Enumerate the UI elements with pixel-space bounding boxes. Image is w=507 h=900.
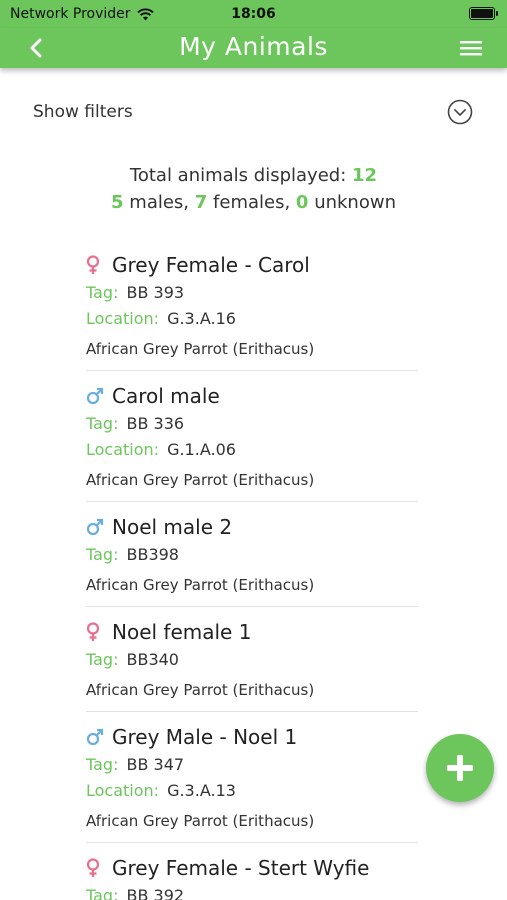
animal-name-row: Grey Male - Noel 1 (86, 722, 418, 752)
location-label: Location: (86, 781, 160, 800)
plus-icon (447, 755, 473, 781)
tag-row: Tag: BB 336 (86, 411, 418, 437)
tag-label: Tag: (86, 650, 119, 669)
tag-row: Tag: BB340 (86, 647, 418, 673)
chevron-left-icon (30, 38, 42, 58)
male-count-label: males, (129, 192, 190, 213)
tag-value: BB 347 (126, 755, 185, 774)
location-row: Location: G.3.A.13 (86, 778, 418, 804)
tag-label: Tag: (86, 755, 119, 774)
female-count-label: females, (213, 192, 291, 213)
male-symbol-icon (86, 387, 106, 405)
tag-value: BB 392 (126, 886, 185, 900)
animal-name: Carol male (112, 384, 220, 408)
total-count: 12 (352, 165, 378, 186)
female-symbol-icon (86, 255, 106, 275)
female-count: 7 (194, 192, 208, 213)
tag-value: BB398 (126, 545, 179, 564)
app-bar: My Animals (0, 28, 507, 68)
male-symbol-icon (86, 518, 106, 536)
species-label: African Grey Parrot (Erithacus) (86, 340, 315, 358)
species-label: African Grey Parrot (Erithacus) (86, 812, 315, 830)
animal-card[interactable]: Carol male Tag: BB 336 Location: G.1.A.06 Afr… (86, 381, 418, 502)
tag-row: Tag: BB 393 (86, 280, 418, 306)
tag-value: BB 393 (126, 283, 185, 302)
tag-label: Tag: (86, 545, 119, 564)
add-animal-button[interactable] (426, 734, 494, 802)
unknown-count-label: unknown (314, 192, 396, 213)
tag-row: Tag: BB 347 (86, 752, 418, 778)
back-button[interactable] (22, 34, 50, 62)
battery-icon (469, 7, 498, 20)
female-symbol-icon (86, 858, 106, 878)
tag-value: BB 336 (126, 414, 185, 433)
animal-card[interactable]: Grey Male - Noel 1 Tag: BB 347 Location: G.3… (86, 722, 418, 843)
animal-card[interactable]: Noel male 2 Tag: BB398 African Grey Parrot … (86, 512, 418, 607)
animal-card[interactable]: Grey Female - Stert Wyfie Tag: BB 392 (86, 853, 418, 900)
animal-list: Grey Female - Carol Tag: BB 393 Location: G.… (86, 250, 418, 900)
tag-label: Tag: (86, 886, 119, 900)
location-label: Location: (86, 440, 160, 459)
animal-name-row: Noel male 2 (86, 512, 418, 542)
animal-name: Grey Male - Noel 1 (112, 725, 298, 749)
status-time: 18:06 (231, 6, 276, 22)
animal-card[interactable]: Grey Female - Carol Tag: BB 393 Location: G.… (86, 250, 418, 371)
show-filters-toggle[interactable]: Show filters (0, 92, 507, 132)
total-line: Total animals displayed: 12 (0, 162, 507, 189)
animal-summary: Total animals displayed: 12 5 males, 7 f… (0, 162, 507, 216)
location-label: Location: (86, 309, 160, 328)
female-symbol-icon (86, 622, 106, 642)
species-label: African Grey Parrot (Erithacus) (86, 471, 315, 489)
animal-name-row: Carol male (86, 381, 418, 411)
animal-name: Grey Female - Carol (112, 253, 310, 277)
tag-label: Tag: (86, 414, 119, 433)
tag-value: BB340 (126, 650, 179, 669)
total-label: Total animals displayed: (129, 165, 347, 186)
tag-row: Tag: BB398 (86, 542, 418, 568)
status-bar: Network Provider 18:06 (0, 0, 507, 28)
animal-name: Noel male 2 (112, 515, 233, 539)
location-value: G.1.A.06 (167, 440, 236, 459)
male-count: 5 (111, 192, 124, 213)
chevron-down-circle-icon[interactable] (447, 99, 473, 125)
page-title: My Animals (179, 32, 328, 61)
animal-name-row: Grey Female - Carol (86, 250, 418, 280)
location-row: Location: G.1.A.06 (86, 437, 418, 463)
species-label: African Grey Parrot (Erithacus) (86, 681, 315, 699)
location-value: G.3.A.16 (167, 309, 236, 328)
tag-label: Tag: (86, 283, 119, 302)
sex-breakdown-line: 5 males, 7 females, 0 unknown (0, 189, 507, 216)
animal-card[interactable]: Noel female 1 Tag: BB340 African Grey Parro… (86, 617, 418, 712)
menu-button[interactable] (457, 36, 485, 60)
hamburger-menu-icon (460, 41, 482, 56)
location-value: G.3.A.13 (167, 781, 236, 800)
species-label: African Grey Parrot (Erithacus) (86, 576, 315, 594)
show-filters-label: Show filters (33, 102, 133, 122)
animal-name-row: Noel female 1 (86, 617, 418, 647)
animal-name-row: Grey Female - Stert Wyfie (86, 853, 418, 883)
animal-name: Grey Female - Stert Wyfie (112, 856, 370, 880)
tag-row: Tag: BB 392 (86, 883, 418, 900)
location-row: Location: G.3.A.16 (86, 306, 418, 332)
unknown-count: 0 (295, 192, 309, 213)
male-symbol-icon (86, 728, 106, 746)
animal-name: Noel female 1 (112, 620, 252, 644)
